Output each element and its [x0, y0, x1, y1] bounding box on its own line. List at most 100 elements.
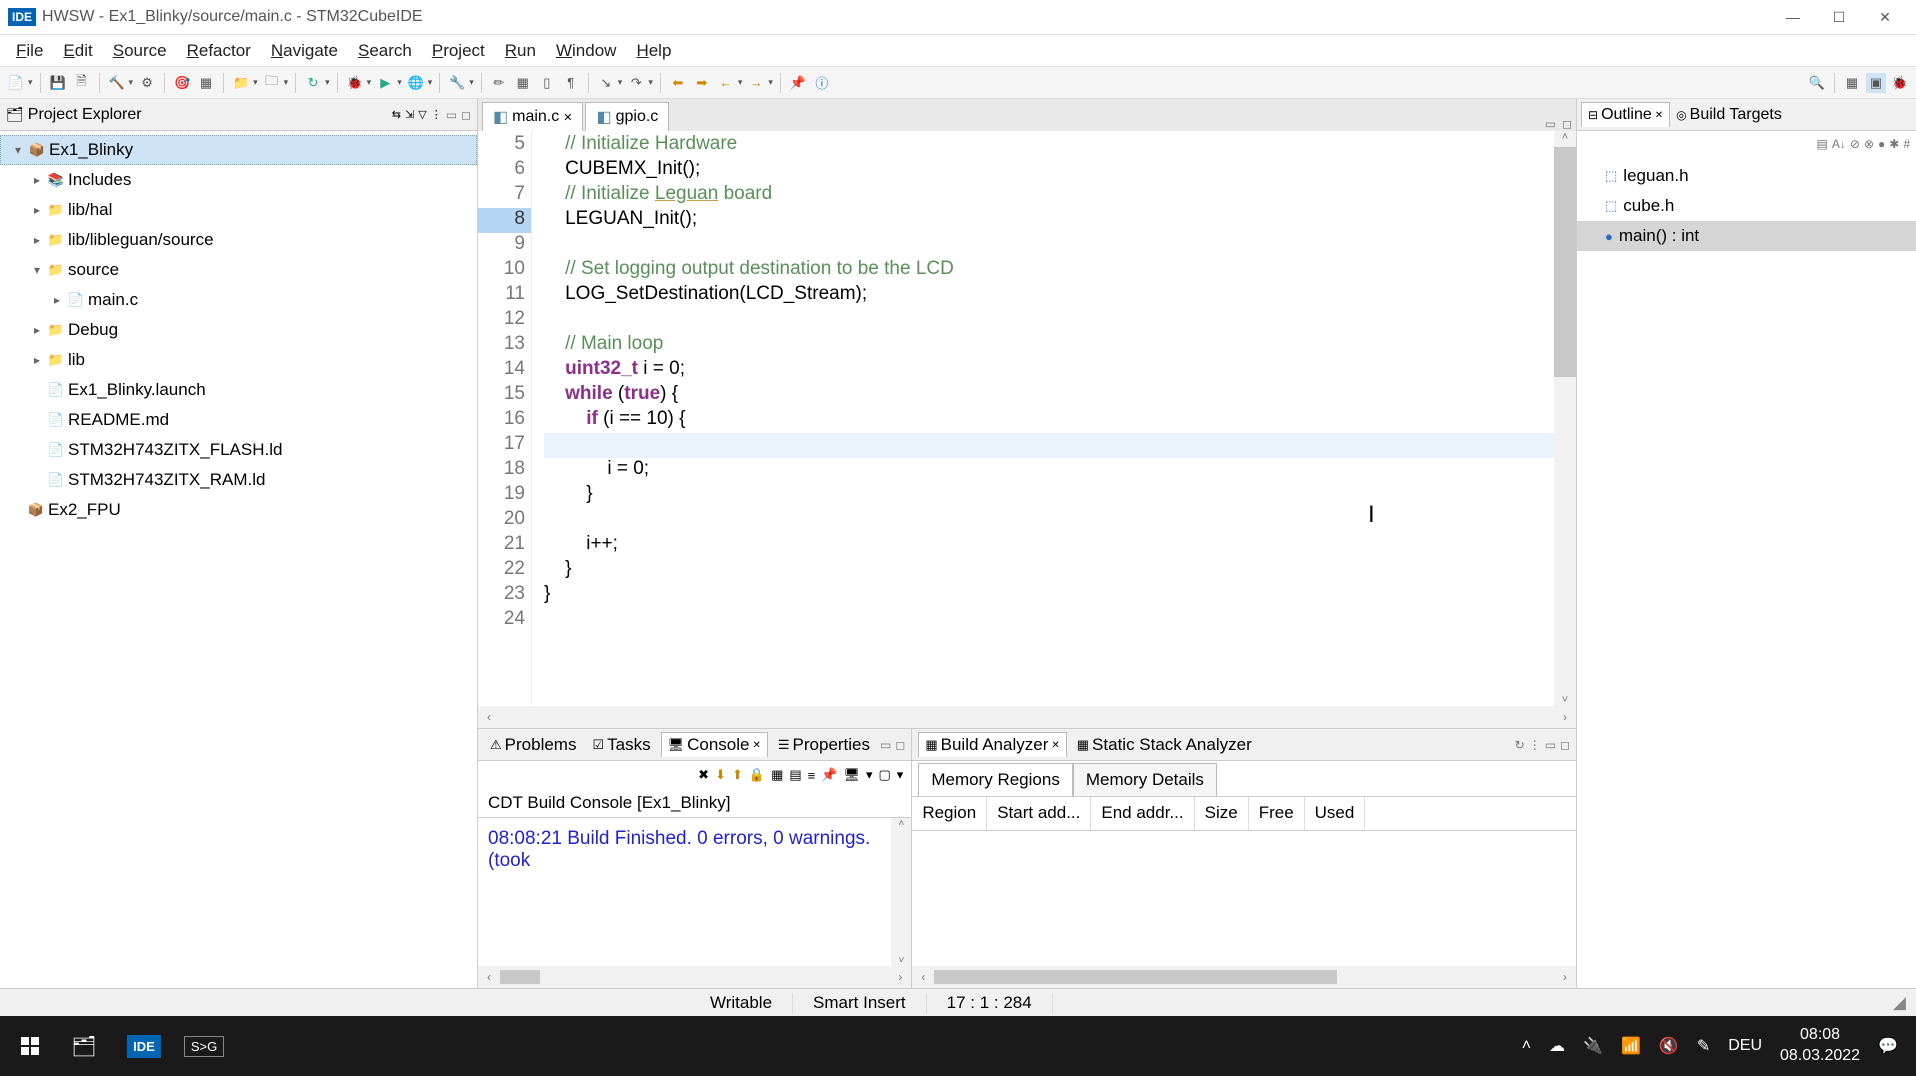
pen-button[interactable]: ✏	[489, 73, 509, 93]
code-editor[interactable]: 56789101112131415161718192021222324 // I…	[478, 131, 1576, 706]
analyzer-tab[interactable]: ▦Static Stack Analyzer	[1071, 733, 1258, 757]
info-button[interactable]: ⓘ	[812, 73, 832, 93]
tree-item[interactable]: ▸📄main.c	[0, 285, 477, 315]
scroll-right-icon[interactable]: ›	[1554, 710, 1576, 724]
console-pin-icon[interactable]: 📌	[821, 767, 837, 783]
outline-dot-icon[interactable]: ●	[1878, 137, 1885, 151]
start-button[interactable]	[6, 1022, 54, 1070]
app-taskbar-button[interactable]: S>G	[174, 1022, 234, 1070]
view-min-icon[interactable]: ▭	[880, 738, 891, 752]
column-header[interactable]: Size	[1195, 797, 1249, 830]
analyzer-min-icon[interactable]: ▭	[1545, 738, 1556, 752]
outline-sort-icon[interactable]: ▤	[1817, 137, 1828, 151]
target-button[interactable]: 🎯	[172, 73, 192, 93]
outline-tab[interactable]: ⊟Outline ✕	[1581, 102, 1670, 127]
analyzer-subtab[interactable]: Memory Details	[1073, 763, 1217, 796]
collapse-icon[interactable]: ⇲	[405, 108, 414, 121]
view-max-icon[interactable]: ◻	[895, 738, 905, 752]
bottom-tab-console[interactable]: 🖥Console ✕	[661, 732, 768, 757]
tree-item[interactable]: 📄STM32H743ZITX_RAM.ld	[0, 465, 477, 495]
outline-az-icon[interactable]: A↓	[1832, 137, 1846, 151]
back-button[interactable]: ⬅	[668, 73, 688, 93]
tree-item[interactable]: 📄STM32H743ZITX_FLASH.ld	[0, 435, 477, 465]
menu-refactor[interactable]: Refactor	[177, 37, 261, 65]
pin-button[interactable]: 📌	[788, 73, 808, 93]
outline-hide2-icon[interactable]: ⊗	[1864, 137, 1874, 151]
console-vscroll[interactable]: ˄ ˅	[891, 818, 911, 966]
analyzer-hscroll[interactable]: ‹›	[912, 966, 1576, 988]
perspective-debug-button[interactable]: 🐞	[1890, 73, 1910, 93]
console-lock-icon[interactable]: 🔒	[749, 767, 765, 783]
link-icon[interactable]: ⇆	[392, 108, 401, 121]
file-explorer-button[interactable]: 🗂	[54, 1022, 114, 1070]
tree-item[interactable]: ▸📚Includes	[0, 165, 477, 195]
analyzer-tab[interactable]: ▦Build Analyzer ✕	[918, 732, 1066, 757]
perspective-open-button[interactable]: ▦	[1842, 73, 1862, 93]
tree-item[interactable]: 📄Ex1_Blinky.launch	[0, 375, 477, 405]
external-tools-button[interactable]: 🔧	[447, 73, 467, 93]
tray-cloud-icon[interactable]: ☁	[1549, 1036, 1565, 1056]
step-button[interactable]: ↘	[596, 73, 616, 93]
tray-volume-icon[interactable]: 🔇	[1659, 1036, 1679, 1056]
save-all-button[interactable]: 🗎	[72, 73, 92, 93]
code-area[interactable]: // Initialize Hardware CUBEMX_Init(); //…	[532, 131, 1554, 706]
editor-tab[interactable]: ◧main.c ✕	[482, 102, 583, 131]
tray-notifications-icon[interactable]: 💬	[1878, 1036, 1898, 1056]
analyzer-refresh-icon[interactable]: ↻	[1515, 738, 1525, 752]
outline-item[interactable]: ⬚cube.h	[1577, 191, 1916, 221]
column-header[interactable]: Used	[1305, 797, 1366, 830]
debug-button[interactable]: 🐞	[345, 73, 365, 93]
console-up-icon[interactable]: ⬆	[732, 767, 743, 783]
menu-window[interactable]: Window	[546, 37, 626, 65]
chip-button[interactable]: ▦	[196, 73, 216, 93]
column-header[interactable]: Region	[912, 797, 987, 830]
editor-tab[interactable]: ◧gpio.c	[585, 102, 669, 131]
filter-icon[interactable]: ▽	[418, 108, 426, 121]
build-all-button[interactable]: ⚙	[137, 73, 157, 93]
menu-help[interactable]: Help	[626, 37, 681, 65]
tray-language[interactable]: DEU	[1728, 1037, 1762, 1055]
perspective-c-button[interactable]: ▣	[1866, 73, 1886, 93]
new-button[interactable]: 📄	[6, 73, 26, 93]
console-down-icon[interactable]: ⬇	[715, 767, 726, 783]
analyzer-menu-icon[interactable]: ⋮	[1529, 738, 1541, 752]
run-config-button[interactable]: 🌐	[406, 73, 426, 93]
editor-vertical-scrollbar[interactable]: ˄ ˅	[1554, 131, 1576, 706]
outline-star-icon[interactable]: ✱	[1889, 137, 1899, 151]
tray-battery-icon[interactable]: 🔌	[1583, 1036, 1603, 1056]
close-button[interactable]: ✕	[1862, 1, 1908, 33]
tree-item[interactable]: ▾📁source	[0, 255, 477, 285]
analyzer-max-icon[interactable]: ◻	[1560, 738, 1570, 752]
menu-search[interactable]: Search	[348, 37, 422, 65]
maximize-view-icon[interactable]: ◻	[461, 108, 471, 122]
column-header[interactable]: End addr...	[1091, 797, 1194, 830]
outline-hash-icon[interactable]: #	[1903, 137, 1910, 151]
tree-item[interactable]: 📄README.md	[0, 405, 477, 435]
menu-project[interactable]: Project	[422, 37, 495, 65]
console-show-icon[interactable]: ≡	[808, 768, 816, 783]
menu-navigate[interactable]: Navigate	[261, 37, 348, 65]
fwd-button[interactable]: ➡	[692, 73, 712, 93]
column-header[interactable]: Start add...	[987, 797, 1091, 830]
minimize-view-icon[interactable]: ▭	[446, 108, 457, 122]
outline-tab[interactable]: ◎Build Targets	[1670, 103, 1788, 127]
editor-horizontal-scrollbar[interactable]: ‹ ›	[478, 706, 1576, 728]
menu-edit[interactable]: Edit	[53, 37, 102, 65]
nav-back-button[interactable]: ←	[716, 73, 736, 93]
analyzer-subtab[interactable]: Memory Regions	[918, 763, 1073, 796]
menu-icon[interactable]: ⋮	[431, 108, 442, 121]
console-remove-icon[interactable]: ✖	[698, 767, 709, 783]
console-display-icon[interactable]: 🖥	[843, 767, 860, 783]
minimize-button[interactable]: —	[1770, 1, 1816, 33]
tray-wifi-icon[interactable]: 📶	[1621, 1036, 1641, 1056]
console-switch-icon[interactable]: ▾	[866, 767, 873, 783]
block-button[interactable]: ▯	[537, 73, 557, 93]
console-hscroll[interactable]: ‹›	[478, 966, 911, 988]
console-clear-icon[interactable]: ▤	[789, 767, 801, 783]
outline-list[interactable]: ⬚leguan.h⬚cube.h●main() : int	[1577, 157, 1916, 988]
para-button[interactable]: ¶	[561, 73, 581, 93]
tree-item[interactable]: ▾📦Ex1_Blinky	[0, 135, 477, 165]
tray-chevron-icon[interactable]: ˄	[1522, 1037, 1531, 1055]
menu-source[interactable]: Source	[103, 37, 177, 65]
scroll-left-icon[interactable]: ‹	[478, 710, 500, 724]
